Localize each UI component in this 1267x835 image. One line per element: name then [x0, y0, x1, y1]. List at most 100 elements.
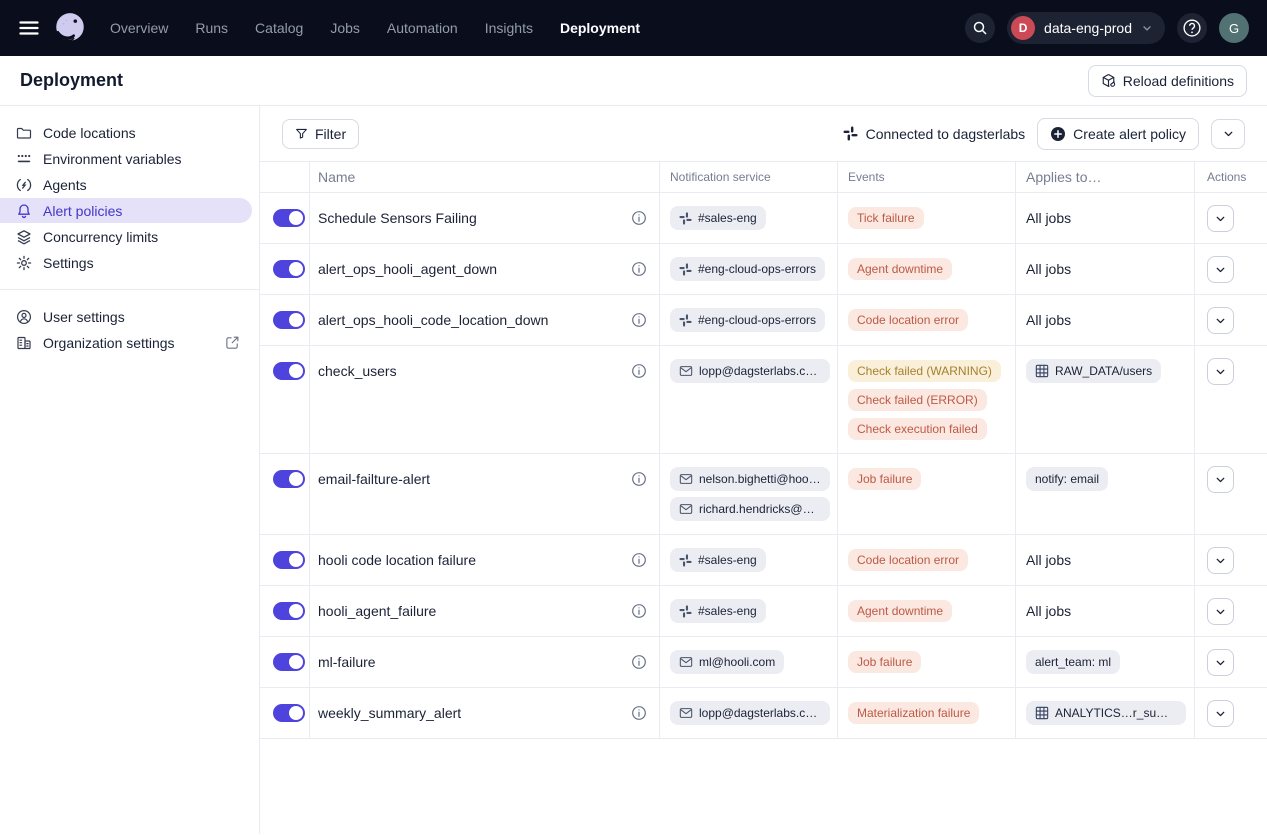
chevron-down-icon: [1214, 212, 1227, 225]
info-icon[interactable]: [631, 599, 647, 623]
notification-tag: ml@hooli.com: [670, 650, 784, 674]
applies-to-text: All jobs: [1026, 599, 1071, 623]
alert-policy-toggle[interactable]: [273, 602, 305, 620]
info-icon[interactable]: [631, 650, 647, 674]
row-actions-button[interactable]: [1207, 358, 1234, 385]
alert-policy-row: check_userslopp@dagsterlabs.comCheck fai…: [260, 346, 1267, 454]
event-badge: Check execution failed: [848, 418, 987, 440]
applies-to-cell: notify: email: [1016, 454, 1195, 534]
filter-button[interactable]: Filter: [282, 119, 359, 149]
dagster-logo-icon[interactable]: [52, 10, 88, 46]
slack-icon: [679, 554, 692, 567]
row-actions-button[interactable]: [1207, 700, 1234, 727]
applies-to-cell: All jobs: [1016, 586, 1195, 636]
info-icon[interactable]: [631, 206, 647, 230]
event-badge: Job failure: [848, 651, 921, 673]
plus-circle-icon: [1050, 126, 1066, 142]
sidebar-item-agents[interactable]: Agents: [0, 172, 252, 197]
row-actions-button[interactable]: [1207, 649, 1234, 676]
slack-connection-status: Connected to dagsterlabs: [843, 126, 1026, 142]
create-policy-menu-button[interactable]: [1211, 119, 1245, 149]
bell-icon: [16, 203, 32, 219]
notification-target: #eng-cloud-ops-errors: [698, 262, 816, 276]
chevron-down-icon: [1214, 707, 1227, 720]
table-header-row: NameNotification serviceEventsApplies to…: [260, 162, 1267, 193]
toggle-knob: [289, 211, 303, 225]
deployment-switcher-label: data-eng-prod: [1044, 20, 1132, 36]
slack-icon: [679, 314, 692, 327]
chevron-down-icon: [1214, 365, 1227, 378]
name-cell: alert_ops_hooli_code_location_down: [310, 295, 660, 345]
applies-to-cell: alert_team: ml: [1016, 637, 1195, 687]
row-actions-button[interactable]: [1207, 598, 1234, 625]
actions-cell: [1195, 637, 1267, 687]
notification-target: #eng-cloud-ops-errors: [698, 313, 816, 327]
alert-policy-toggle[interactable]: [273, 209, 305, 227]
applies-to-tag: RAW_DATA/users: [1026, 359, 1161, 383]
event-badge: Agent downtime: [848, 258, 952, 280]
email-icon: [679, 502, 693, 516]
notification-tag: nelson.bighetti@hooli.co…: [670, 467, 830, 491]
alert-policy-toggle[interactable]: [273, 260, 305, 278]
layers-icon: [16, 229, 32, 245]
info-icon[interactable]: [631, 701, 647, 725]
primary-nav: Overview Runs Catalog Jobs Automation Insight…: [110, 20, 640, 36]
search-button[interactable]: [965, 13, 995, 43]
asset-grid-icon: [1035, 364, 1049, 378]
deployment-switcher[interactable]: D data-eng-prod: [1007, 12, 1165, 44]
nav-item-runs[interactable]: Runs: [195, 20, 228, 36]
sidebar-item-organization-settings[interactable]: Organization settings: [0, 330, 252, 355]
applies-to-tag: notify: email: [1026, 467, 1108, 491]
chevron-down-icon: [1214, 605, 1227, 618]
slack-icon: [679, 605, 692, 618]
sidebar-item-user-settings[interactable]: User settings: [0, 304, 252, 329]
info-icon[interactable]: [631, 467, 647, 491]
sidebar-item-settings[interactable]: Settings: [0, 250, 252, 275]
alert-policy-toggle[interactable]: [273, 551, 305, 569]
info-icon[interactable]: [631, 359, 647, 383]
row-actions-button[interactable]: [1207, 466, 1234, 493]
reload-definitions-button[interactable]: Reload definitions: [1088, 65, 1247, 97]
actions-cell: [1195, 193, 1267, 243]
asset-grid-icon: [1035, 706, 1049, 720]
info-icon[interactable]: [631, 308, 647, 332]
alert-policy-toggle[interactable]: [273, 470, 305, 488]
chevron-down-icon: [1214, 314, 1227, 327]
row-actions-button[interactable]: [1207, 547, 1234, 574]
toggle-cell: [260, 346, 310, 453]
events-cell: Job failure: [838, 637, 1016, 687]
sidebar-item-alert-policies[interactable]: Alert policies: [0, 198, 252, 223]
hamburger-menu-icon[interactable]: [14, 13, 44, 43]
events-cell: Job failure: [838, 454, 1016, 534]
info-icon[interactable]: [631, 548, 647, 572]
nav-item-jobs[interactable]: Jobs: [330, 20, 360, 36]
alert-policy-toggle[interactable]: [273, 704, 305, 722]
nav-item-overview[interactable]: Overview: [110, 20, 168, 36]
alert-policy-toggle[interactable]: [273, 653, 305, 671]
email-icon: [679, 706, 693, 720]
nav-item-automation[interactable]: Automation: [387, 20, 458, 36]
sidebar-item-concurrency-limits[interactable]: Concurrency limits: [0, 224, 252, 249]
page-header: Deployment Reload definitions: [0, 56, 1267, 106]
alert-policy-row: alert_ops_hooli_agent_down#eng-cloud-ops…: [260, 244, 1267, 295]
applies-to-cell: All jobs: [1016, 295, 1195, 345]
row-actions-button[interactable]: [1207, 307, 1234, 334]
toggle-cell: [260, 637, 310, 687]
alert-policy-toggle[interactable]: [273, 362, 305, 380]
nav-item-deployment[interactable]: Deployment: [560, 20, 640, 36]
row-actions-button[interactable]: [1207, 256, 1234, 283]
alert-policy-row: hooli code location failure#sales-engCod…: [260, 535, 1267, 586]
create-alert-policy-button[interactable]: Create alert policy: [1037, 118, 1199, 150]
sidebar-item-code-locations[interactable]: Code locations: [0, 120, 252, 145]
user-avatar[interactable]: G: [1219, 13, 1249, 43]
main-content: Filter Connected to dagsterlabs Create a…: [260, 106, 1267, 834]
sidebar-item-environment-variables[interactable]: Environment variables: [0, 146, 252, 171]
nav-item-catalog[interactable]: Catalog: [255, 20, 303, 36]
help-button[interactable]: [1177, 13, 1207, 43]
nav-item-insights[interactable]: Insights: [485, 20, 533, 36]
alert-policy-toggle[interactable]: [273, 311, 305, 329]
alert-policy-name: Schedule Sensors Failing: [318, 206, 477, 230]
row-actions-button[interactable]: [1207, 205, 1234, 232]
applies-to-tag: alert_team: ml: [1026, 650, 1120, 674]
info-icon[interactable]: [631, 257, 647, 281]
